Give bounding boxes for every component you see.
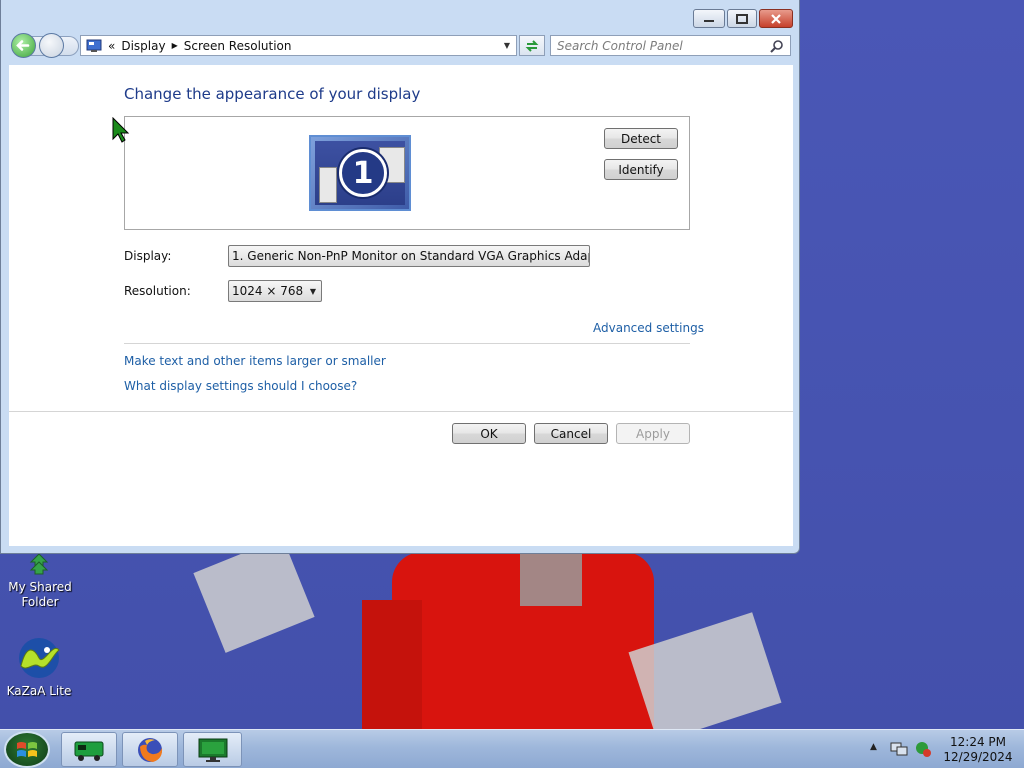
- search-box[interactable]: [550, 35, 791, 56]
- wallpaper-figure-arm: [362, 600, 422, 730]
- ok-button[interactable]: OK: [452, 423, 526, 444]
- back-button[interactable]: [11, 33, 36, 58]
- apply-button[interactable]: Apply: [616, 423, 690, 444]
- firefox-icon: [138, 737, 163, 762]
- detect-button[interactable]: Detect: [604, 128, 678, 149]
- show-hidden-icons-icon[interactable]: ▲: [870, 742, 877, 752]
- search-icon[interactable]: [770, 39, 784, 53]
- display-label: Display:: [124, 249, 172, 263]
- display-select[interactable]: 1. Generic Non-PnP Monitor on Standard V…: [228, 245, 590, 267]
- divider: [124, 343, 690, 344]
- desktop-icon-kazaa[interactable]: KaZaA Lite: [1, 636, 77, 699]
- media-app-icon: [74, 741, 104, 761]
- desktop-icon-label: KaZaA Lite: [6, 684, 72, 698]
- forward-button[interactable]: [39, 33, 64, 58]
- desktop-icon-label-line2: Folder: [21, 595, 59, 609]
- refresh-button[interactable]: [519, 35, 545, 56]
- maximize-button[interactable]: [727, 9, 757, 28]
- display-select-value: 1. Generic Non-PnP Monitor on Standard V…: [232, 249, 590, 263]
- text-size-link[interactable]: Make text and other items larger or smal…: [124, 354, 386, 368]
- resolution-select-value: 1024 × 768: [232, 284, 304, 298]
- breadcrumb-separator-icon: ▶: [171, 41, 178, 50]
- page-title: Change the appearance of your display: [124, 85, 421, 103]
- chevron-down-icon[interactable]: ▼: [498, 41, 516, 50]
- back-arrow-icon: [16, 40, 30, 51]
- identify-button[interactable]: Identify: [604, 159, 678, 180]
- wallpaper-hand-left: [193, 537, 315, 653]
- breadcrumb-screen-resolution[interactable]: Screen Resolution: [184, 39, 292, 53]
- screen-resolution-window: « Display ▶ Screen Resolution ▼ Change t…: [0, 0, 800, 554]
- display-icon: [198, 738, 227, 762]
- kazaa-icon: [19, 638, 60, 678]
- address-overflow[interactable]: «: [108, 39, 115, 53]
- divider: [9, 411, 793, 412]
- monitor-arrangement-panel: 1 Detect Identify: [124, 116, 690, 230]
- desktop-icon-label-line1: My Shared: [8, 580, 72, 594]
- start-button[interactable]: [4, 731, 50, 768]
- control-panel-icon: [86, 39, 102, 52]
- monitor-window-graphic: [319, 167, 337, 203]
- clock[interactable]: 12:24 PM 12/29/2024: [938, 735, 1018, 765]
- monitor-number-badge: 1: [339, 149, 387, 197]
- taskbar: ▲ 12:24 PM 12/29/2024: [0, 729, 1024, 768]
- advanced-settings-link[interactable]: Advanced settings: [593, 321, 704, 335]
- shared-folder-icon: [29, 553, 49, 575]
- security-alert-icon[interactable]: [914, 740, 932, 758]
- desktop-icon-shared-folder[interactable]: My Shared Folder: [2, 552, 78, 610]
- search-input[interactable]: [557, 38, 770, 53]
- close-icon: [771, 13, 781, 24]
- windows-logo-icon: [17, 741, 37, 757]
- taskbar-item-firefox[interactable]: [122, 732, 178, 767]
- clock-time: 12:24 PM: [950, 735, 1006, 749]
- mouse-pointer-icon: [112, 117, 130, 143]
- minimize-icon: [704, 19, 714, 22]
- address-bar[interactable]: « Display ▶ Screen Resolution ▼: [80, 35, 517, 56]
- display-help-link[interactable]: What display settings should I choose?: [124, 379, 357, 393]
- restore-icon: [736, 13, 748, 24]
- network-icon[interactable]: [890, 741, 908, 757]
- breadcrumb-display[interactable]: Display: [121, 39, 165, 53]
- taskbar-item-media[interactable]: [61, 732, 117, 767]
- wallpaper-hand-center: [520, 554, 582, 606]
- taskbar-item-display[interactable]: [183, 732, 242, 767]
- cancel-button[interactable]: Cancel: [534, 423, 608, 444]
- monitor-screen: 1: [315, 141, 405, 205]
- clock-date: 12/29/2024: [943, 750, 1013, 764]
- monitor-1-thumbnail[interactable]: 1: [309, 135, 411, 211]
- minimize-button[interactable]: [693, 9, 725, 28]
- refresh-icon: [525, 39, 539, 52]
- chevron-down-icon: ▼: [309, 286, 317, 296]
- resolution-select[interactable]: 1024 × 768 ▼: [228, 280, 322, 302]
- close-button[interactable]: [759, 9, 793, 28]
- resolution-label: Resolution:: [124, 284, 191, 298]
